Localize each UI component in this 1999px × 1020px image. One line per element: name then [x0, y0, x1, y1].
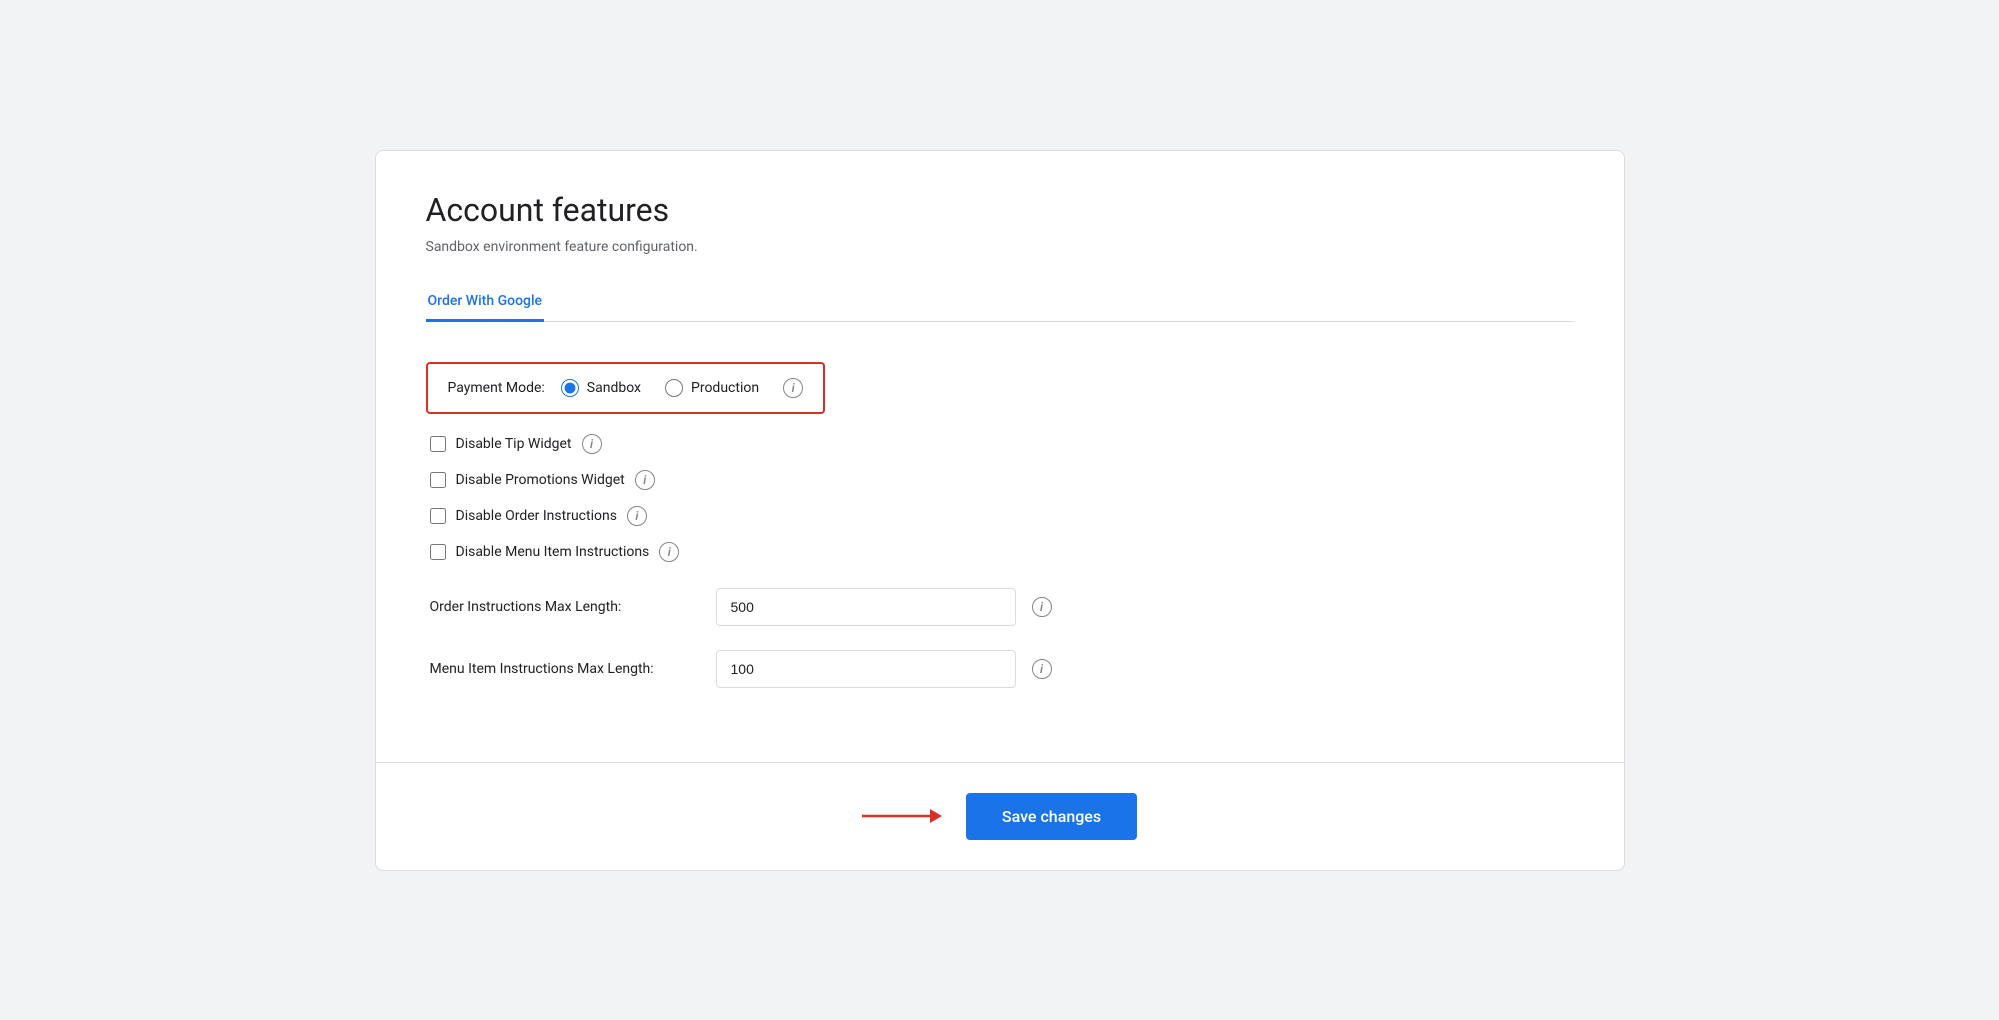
- field-row-order-instructions-max-length: Order Instructions Max Length: i: [426, 588, 1574, 626]
- tabs-container: Order With Google: [426, 283, 1574, 322]
- radio-sandbox[interactable]: Sandbox: [561, 379, 641, 397]
- radio-production-input[interactable]: [665, 379, 683, 397]
- arrow-annotation: [862, 801, 942, 831]
- main-content: Account features Sandbox environment fea…: [376, 151, 1624, 762]
- payment-mode-label: Payment Mode:: [448, 380, 545, 396]
- checkbox-label-menu-item-instructions: Disable Menu Item Instructions: [456, 544, 650, 560]
- page-container: Account features Sandbox environment fea…: [375, 150, 1625, 871]
- checkbox-row-tip-widget: Disable Tip Widget i: [426, 434, 1574, 454]
- field-label-order-instructions-max-length: Order Instructions Max Length:: [430, 599, 700, 615]
- footer-section: Save changes: [376, 762, 1624, 870]
- settings-section: Payment Mode: Sandbox Production i Disa: [426, 352, 1574, 762]
- checkbox-label-order-instructions: Disable Order Instructions: [456, 508, 617, 524]
- radio-production-label: Production: [691, 380, 759, 396]
- tab-order-with-google[interactable]: Order With Google: [426, 283, 545, 322]
- checkbox-label-promotions-widget: Disable Promotions Widget: [456, 472, 625, 488]
- checkbox-row-promotions-widget: Disable Promotions Widget i: [426, 470, 1574, 490]
- checkbox-disable-order-instructions[interactable]: [430, 508, 446, 524]
- save-changes-button[interactable]: Save changes: [966, 793, 1137, 840]
- tip-widget-info-icon[interactable]: i: [582, 434, 602, 454]
- field-row-menu-item-instructions-max-length: Menu Item Instructions Max Length: i: [426, 650, 1574, 688]
- page-subtitle: Sandbox environment feature configuratio…: [426, 239, 1574, 255]
- field-input-order-instructions-max-length[interactable]: [716, 588, 1016, 626]
- payment-mode-radio-group: Sandbox Production i: [561, 378, 803, 398]
- checkbox-row-order-instructions: Disable Order Instructions i: [426, 506, 1574, 526]
- checkbox-disable-menu-item-instructions[interactable]: [430, 544, 446, 560]
- menu-item-instructions-max-length-info-icon[interactable]: i: [1032, 659, 1052, 679]
- radio-sandbox-input[interactable]: [561, 379, 579, 397]
- checkbox-disable-promotions-widget[interactable]: [430, 472, 446, 488]
- radio-sandbox-label: Sandbox: [587, 380, 641, 396]
- promotions-widget-info-icon[interactable]: i: [635, 470, 655, 490]
- order-instructions-info-icon[interactable]: i: [627, 506, 647, 526]
- order-instructions-max-length-info-icon[interactable]: i: [1032, 597, 1052, 617]
- radio-production[interactable]: Production: [665, 379, 759, 397]
- checkbox-disable-tip-widget[interactable]: [430, 436, 446, 452]
- payment-mode-box: Payment Mode: Sandbox Production i: [426, 362, 826, 414]
- page-title: Account features: [426, 191, 1574, 229]
- payment-mode-info-icon[interactable]: i: [783, 378, 803, 398]
- checkbox-label-tip-widget: Disable Tip Widget: [456, 436, 572, 452]
- field-label-menu-item-instructions-max-length: Menu Item Instructions Max Length:: [430, 661, 700, 677]
- menu-item-instructions-info-icon[interactable]: i: [659, 542, 679, 562]
- checkbox-row-menu-item-instructions: Disable Menu Item Instructions i: [426, 542, 1574, 562]
- field-input-menu-item-instructions-max-length[interactable]: [716, 650, 1016, 688]
